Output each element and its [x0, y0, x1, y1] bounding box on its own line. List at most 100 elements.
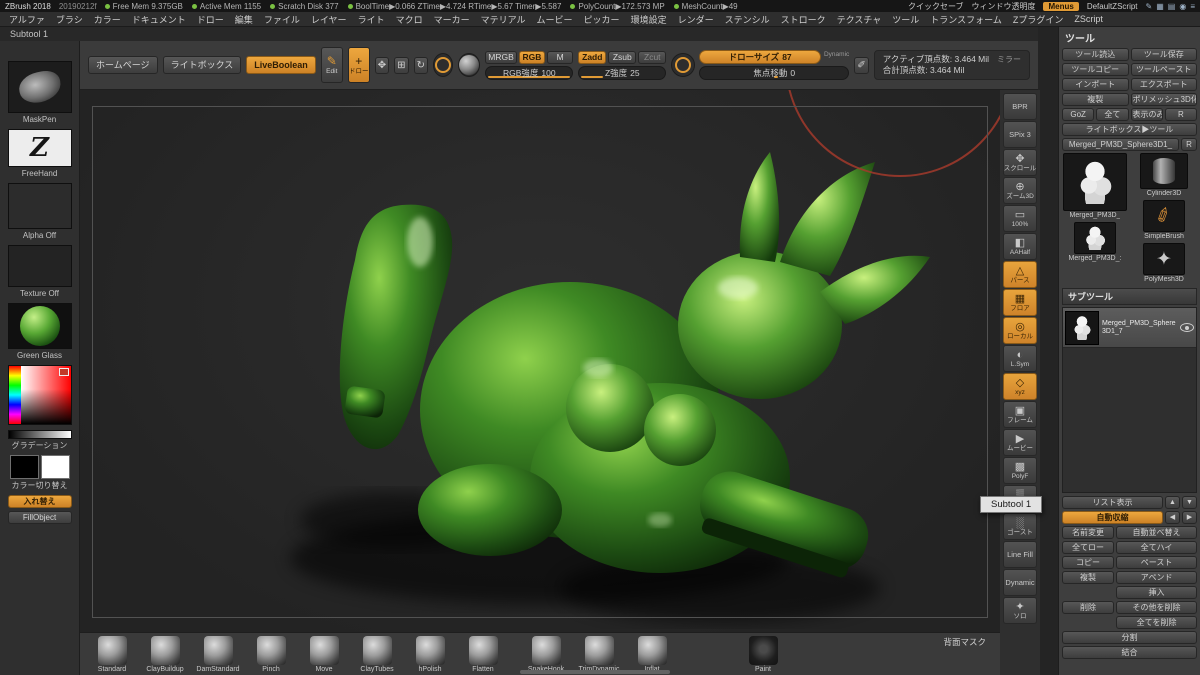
default-zscript-button[interactable]: DefaultZScript [1087, 2, 1138, 11]
rgb-button[interactable]: RGB [519, 51, 545, 64]
ghost-icon[interactable]: ░ ゴースト [1003, 513, 1037, 540]
document-icon[interactable]: ▤ [1168, 2, 1176, 11]
gradient-item[interactable]: グラデーション [8, 430, 72, 450]
goz-button[interactable]: R [1165, 108, 1197, 121]
draw-size-slider[interactable]: ドローサイズ 87 [699, 50, 821, 64]
solo-icon[interactable]: ✦ ソロ [1003, 597, 1037, 624]
tool-thumb-simplebrush[interactable]: ✐ [1143, 200, 1185, 232]
tool-button[interactable]: ツール保存 [1131, 48, 1198, 61]
menu-item[interactable]: マーカー [429, 13, 475, 26]
move-icon[interactable]: ✥ [375, 57, 389, 74]
list-view-button[interactable]: リスト表示 [1062, 496, 1163, 509]
current-brush-thumb[interactable]: MaskPen [8, 61, 72, 124]
zsub-button[interactable]: Zsub [608, 51, 636, 64]
perspective-icon[interactable]: △ パース [1003, 261, 1037, 288]
goz-button[interactable]: 表示のみ [1131, 108, 1163, 121]
tool-r-button[interactable]: R [1181, 138, 1197, 151]
tool-button[interactable]: ポリメッシュ3D化 [1131, 93, 1198, 106]
menu-item[interactable]: ステンシル [720, 13, 775, 26]
subtool-button[interactable]: コピー [1062, 556, 1114, 569]
menu-item[interactable]: マテリアル [476, 13, 531, 26]
brush-preview-icon[interactable] [433, 53, 453, 77]
subtool-up-button[interactable]: ▲ [1165, 496, 1180, 509]
merge-button[interactable]: 結合 [1062, 646, 1197, 659]
pxyz-icon[interactable]: ◇ xyz [1003, 373, 1037, 400]
movie-icon[interactable]: ▶ ムービー [1003, 429, 1037, 456]
liveboolean-button[interactable]: LiveBoolean [246, 56, 316, 74]
menu-item[interactable]: カラー [89, 13, 126, 26]
tool-button[interactable]: ツール読込 [1062, 48, 1129, 61]
subtool-item[interactable]: Merged_PM3D_Sphere3D1_7 [1063, 308, 1196, 348]
menu-item[interactable]: Zプラグイン [1008, 13, 1069, 26]
backface-mask-button[interactable]: 背面マスク [943, 636, 986, 648]
current-stroke-thumb[interactable]: Z FreeHand [8, 129, 72, 178]
draw-button[interactable]: + ドロー [348, 47, 370, 83]
tool-thumb-merged-2[interactable] [1074, 222, 1116, 254]
goz-button[interactable]: GoZ [1062, 108, 1094, 121]
spix-subpixel-slider[interactable]: SPix 3 [1003, 121, 1037, 148]
subtool-button[interactable]: 全てロー [1062, 541, 1114, 554]
tool-thumb-merged[interactable] [1063, 153, 1127, 211]
tray-brush[interactable]: ClayBuildup [143, 636, 187, 673]
subtool-down-button[interactable]: ▼ [1182, 496, 1197, 509]
visibility-eye-icon[interactable] [1180, 323, 1194, 332]
polyframe-icon[interactable]: ▩ PolyF [1003, 457, 1037, 484]
menu-item[interactable]: ストローク [776, 13, 831, 26]
menu-item[interactable]: トランスフォーム [925, 13, 1007, 26]
menu-item[interactable]: マクロ [391, 13, 428, 26]
actual-size-icon[interactable]: ▭ 100% [1003, 205, 1037, 232]
window-opacity-button[interactable]: ウィンドウ透明度 [971, 1, 1035, 12]
dynamic-button[interactable]: Dynamic [1003, 569, 1037, 596]
menu-item[interactable]: ムービー [532, 13, 578, 26]
lightbox-button[interactable]: ライトボックス [163, 56, 242, 74]
linefill-button[interactable]: Line Fill [1003, 541, 1037, 568]
current-material-thumb[interactable]: Green Glass [8, 303, 72, 360]
scale-icon[interactable]: ⊞ [394, 57, 408, 74]
canvas-model[interactable] [140, 90, 1000, 632]
edit-button[interactable]: ✎ Edit [321, 47, 343, 83]
subtool-prev-button[interactable]: ◀ [1165, 511, 1180, 524]
document-canvas[interactable] [80, 90, 1000, 632]
mrgb-button[interactable]: MRGB [485, 51, 517, 64]
tool-button[interactable]: インポート [1062, 78, 1129, 91]
homepage-button[interactable]: ホームページ [88, 56, 158, 74]
lsym-icon[interactable]: ◐ L.Sym [1003, 345, 1037, 372]
z-intensity-slider[interactable]: Z強度 25 [578, 66, 666, 80]
subtool-button[interactable]: 全てを削除 [1116, 616, 1197, 629]
stylus-icon[interactable]: ✐ [854, 57, 868, 74]
pen-icon[interactable]: ✎ [1146, 2, 1153, 11]
menu-item[interactable]: レイヤー [306, 13, 352, 26]
color-picker[interactable] [8, 365, 72, 425]
m-button[interactable]: M [547, 51, 573, 64]
menu-item[interactable]: ZScript [1069, 14, 1108, 24]
tray-brush[interactable]: Pinch [249, 636, 293, 673]
tray-brush[interactable]: DamStandard [196, 636, 240, 673]
tray-brush[interactable]: SnakeHook [524, 636, 568, 673]
tool-button[interactable]: 複製 [1062, 93, 1129, 106]
tablet-icon[interactable]: ▦ [1156, 2, 1164, 11]
current-tool-name-button[interactable]: Merged_PM3D_Sphere3D1_ [1062, 138, 1179, 151]
floor-grid-icon[interactable]: ▦ フロア [1003, 289, 1037, 316]
sphere-icon[interactable]: ◉ [1179, 2, 1186, 11]
subtool-button[interactable]: 自動並べ替え [1116, 526, 1197, 539]
local-transform-icon[interactable]: ◎ ローカル [1003, 317, 1037, 344]
subtool-button[interactable]: 全てハイ [1116, 541, 1197, 554]
menu-item[interactable]: ピッカー [579, 13, 625, 26]
tool-thumb-cylinder[interactable] [1140, 153, 1188, 189]
menu-item[interactable]: ツール [887, 13, 924, 26]
menu-item[interactable]: ライト [353, 13, 390, 26]
focal-shift-slider[interactable]: 焦点移動 0 [699, 66, 849, 80]
tool-palette-title[interactable]: ツール [1062, 29, 1197, 48]
subtool-button[interactable]: 複製 [1062, 571, 1114, 584]
subtool-button[interactable]: 挿入 [1116, 586, 1197, 599]
subtool-button[interactable]: ペースト [1116, 556, 1197, 569]
menu-icon[interactable]: ≡ [1190, 2, 1195, 11]
tray-brush[interactable]: hPolish [408, 636, 452, 673]
current-alpha-thumb[interactable]: Alpha Off [8, 183, 72, 240]
gradient-bar[interactable] [8, 430, 72, 439]
goz-button[interactable]: 全て [1096, 108, 1128, 121]
dynamic-label[interactable]: Dynamic [824, 51, 849, 58]
draw-size-icon[interactable] [671, 53, 695, 77]
tray-brush[interactable]: ClayTubes [355, 636, 399, 673]
material-preview-icon[interactable] [458, 53, 480, 77]
